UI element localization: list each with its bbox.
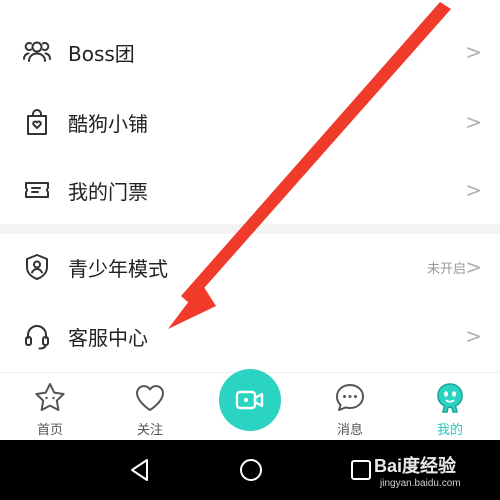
shield-user-icon <box>22 252 52 282</box>
tab-label: 关注 <box>136 423 163 438</box>
chevron-right-icon: > <box>465 110 482 134</box>
circle-home-icon <box>240 459 262 481</box>
menu-item-label: 青少年模式 <box>68 256 168 281</box>
chevron-right-icon: > <box>465 40 482 64</box>
menu-item-teen-mode[interactable]: 青少年模式 未开启 > <box>0 245 500 289</box>
shop-bag-icon <box>22 107 52 137</box>
menu-item-label: 客服中心 <box>68 325 148 350</box>
tab-label: 消息 <box>336 423 363 438</box>
tab-label: 首页 <box>36 423 63 438</box>
tab-label: 我的 <box>436 423 463 438</box>
bottom-tab-bar: 首页 关注 消息 我的 <box>0 369 500 440</box>
live-video-button[interactable] <box>219 369 281 431</box>
tab-mine[interactable]: 我的 <box>420 381 480 439</box>
menu-item-kugou-shop[interactable]: 酷狗小铺 > <box>0 100 500 144</box>
ticket-icon <box>22 175 52 205</box>
watermark-logo-text: Bai度经验 <box>374 456 457 476</box>
chevron-right-icon: > <box>465 324 482 348</box>
square-recents-icon <box>351 460 371 480</box>
baidu-jingyan-watermark: Bai度经验 jingyan.baidu.com <box>374 452 494 496</box>
menu-item-label: 我的门票 <box>68 179 148 204</box>
menu-item-label: Boss团 <box>68 41 135 66</box>
chat-bubble-icon <box>336 384 364 411</box>
heart-icon <box>136 385 164 411</box>
group-icon <box>22 37 52 67</box>
teen-mode-status: 未开启 <box>426 261 466 277</box>
watermark-url: jingyan.baidu.com <box>380 478 461 489</box>
section-divider <box>0 224 500 234</box>
tab-home[interactable]: 首页 <box>20 381 80 439</box>
chevron-right-icon: > <box>465 255 482 279</box>
video-camera-icon <box>235 390 264 410</box>
triangle-back-icon <box>131 459 148 481</box>
menu-item-label: 酷狗小铺 <box>68 111 148 136</box>
headset-icon <box>22 321 52 351</box>
tab-messages[interactable]: 消息 <box>320 381 380 439</box>
nav-home-button[interactable] <box>237 456 265 484</box>
nav-recents-button[interactable] <box>347 456 375 484</box>
mascot-icon <box>437 383 463 413</box>
menu-item-customer-service[interactable]: 客服中心 > <box>0 314 500 358</box>
nav-back-button[interactable] <box>126 456 154 484</box>
star-icon <box>35 383 65 411</box>
menu-item-my-tickets[interactable]: 我的门票 > <box>0 168 500 212</box>
tab-follow[interactable]: 关注 <box>120 381 180 439</box>
menu-item-boss-group[interactable]: Boss团 > <box>0 30 500 74</box>
chevron-right-icon: > <box>465 178 482 202</box>
